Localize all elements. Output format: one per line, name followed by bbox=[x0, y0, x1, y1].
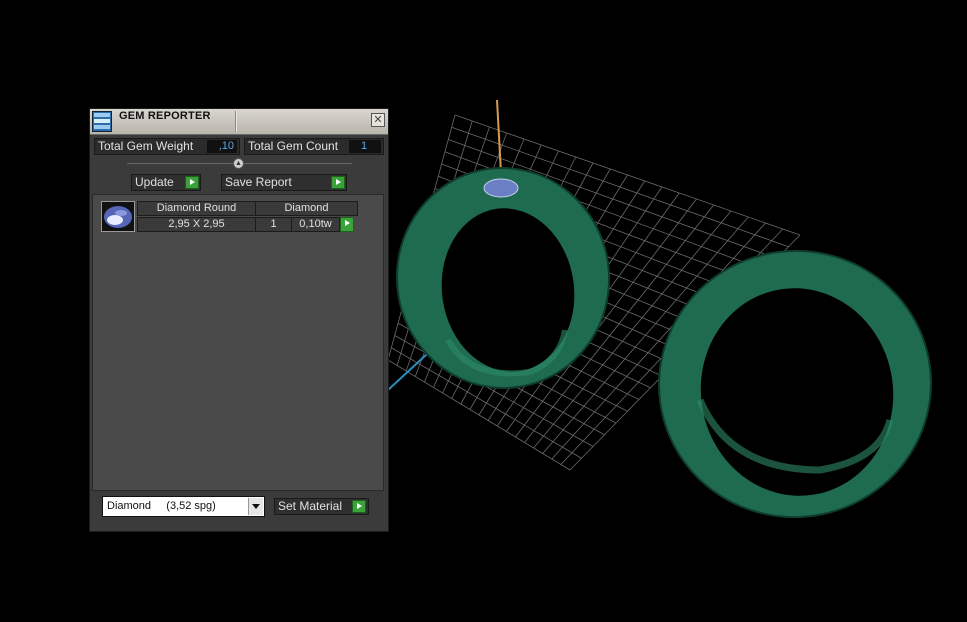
gem-shape-cell: Diamond Round bbox=[137, 201, 256, 216]
window-title: GEM REPORTER bbox=[119, 110, 211, 122]
gem-list: Diamond Round Diamond 2,95 X 2,95 1 0,10… bbox=[92, 194, 384, 491]
update-label: Update bbox=[135, 175, 174, 189]
total-gem-count-value: 1 bbox=[349, 140, 381, 153]
title-separator bbox=[235, 111, 237, 132]
material-select[interactable]: Diamond (3,52 spg) bbox=[102, 496, 265, 517]
play-arrow-icon[interactable] bbox=[340, 217, 354, 232]
save-report-label: Save Report bbox=[225, 175, 292, 189]
ring-plain[interactable] bbox=[642, 233, 948, 534]
play-arrow-icon[interactable] bbox=[331, 176, 345, 189]
chevron-down-icon[interactable] bbox=[248, 498, 263, 515]
set-material-label: Set Material bbox=[278, 499, 343, 513]
material-select-value: Diamond (3,52 spg) bbox=[107, 500, 216, 512]
set-material-button[interactable]: Set Material bbox=[274, 498, 369, 515]
gem-count-cell: 1 bbox=[255, 217, 292, 232]
gem-reporter-panel: GEM REPORTER ✕ Total Gem Weight ,10 Tota… bbox=[89, 108, 389, 532]
play-arrow-icon[interactable] bbox=[352, 500, 366, 513]
total-gem-count-field: Total Gem Count 1 bbox=[244, 138, 384, 155]
diamond-thumbnail-icon bbox=[101, 201, 135, 232]
save-report-button[interactable]: Save Report bbox=[221, 174, 347, 191]
ring-with-gem[interactable] bbox=[386, 158, 620, 399]
total-gem-weight-value: ,10 bbox=[207, 140, 237, 153]
collapse-knob-icon[interactable]: ▲ bbox=[233, 158, 244, 169]
play-arrow-icon[interactable] bbox=[185, 176, 199, 189]
gem-material-cell: Diamond bbox=[255, 201, 358, 216]
total-gem-weight-field: Total Gem Weight ,10 bbox=[94, 138, 240, 155]
gem-weight-cell: 0,10tw bbox=[291, 217, 340, 232]
gem-reporter-icon bbox=[92, 111, 112, 132]
title-bar[interactable]: GEM REPORTER ✕ bbox=[90, 109, 388, 135]
gem-size-cell: 2,95 X 2,95 bbox=[137, 217, 256, 232]
diamond-gem[interactable] bbox=[483, 178, 519, 198]
close-icon[interactable]: ✕ bbox=[371, 113, 385, 127]
update-button[interactable]: Update bbox=[131, 174, 201, 191]
total-gem-count-label: Total Gem Count bbox=[248, 139, 339, 153]
total-gem-weight-label: Total Gem Weight bbox=[98, 139, 194, 153]
